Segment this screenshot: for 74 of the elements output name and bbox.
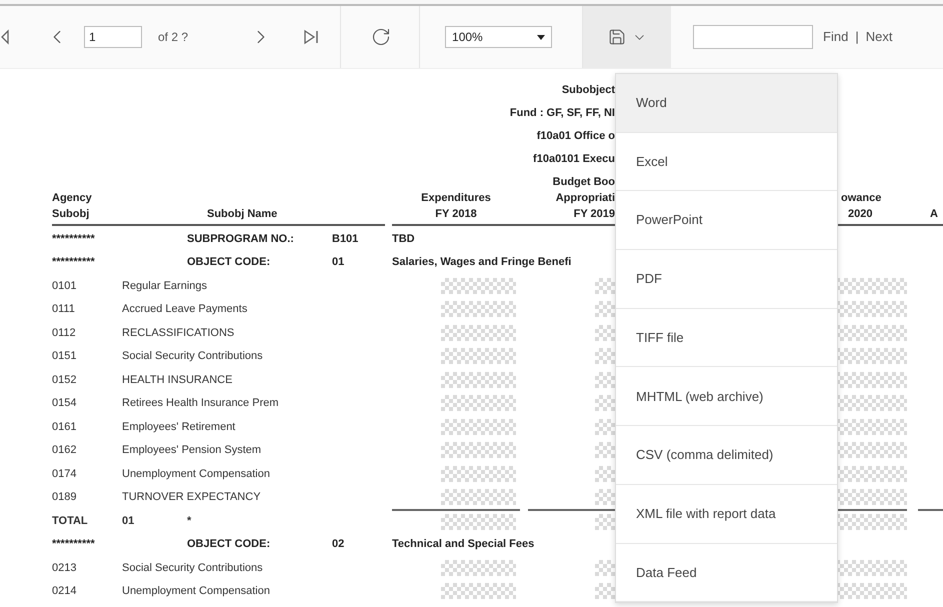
column-header: Appropriati bbox=[556, 191, 615, 206]
row-label: SUBPROGRAM NO.: bbox=[187, 232, 295, 246]
subobj-code: 0111 bbox=[52, 302, 76, 317]
subobj-name: Employees' Retirement bbox=[122, 420, 236, 434]
export-menu-item[interactable]: Excel bbox=[616, 132, 837, 192]
total-mark: * bbox=[187, 514, 192, 528]
subobj-name: Retirees Health Insurance Prem bbox=[122, 396, 280, 411]
subobj-code: 0162 bbox=[52, 443, 78, 458]
last-page-icon[interactable] bbox=[302, 28, 320, 46]
column-header: 2020 bbox=[848, 207, 872, 222]
column-header: Subobj Name bbox=[207, 207, 278, 222]
row-label: OBJECT CODE: bbox=[187, 537, 272, 552]
subobj-code: 0101 bbox=[52, 278, 78, 294]
export-menu-item[interactable]: CSV (comma delimited) bbox=[616, 426, 837, 485]
report-title-line: Fund : GF, SF, FF, NI bbox=[510, 106, 615, 121]
row-description: Technical and Special Fees bbox=[392, 537, 534, 552]
report-title-line: f10a01 Office o bbox=[536, 129, 615, 144]
next-link[interactable]: Next bbox=[866, 27, 892, 47]
column-header: A bbox=[930, 207, 938, 222]
subobj-code: 0189 bbox=[52, 490, 78, 505]
subobj-name: TURNOVER EXPECTANCY bbox=[122, 490, 262, 505]
subobj-name: Unemployment Compensation bbox=[122, 466, 271, 482]
report-title-line: Subobject bbox=[562, 83, 615, 98]
zoom-dropdown[interactable]: 100% bbox=[445, 26, 552, 48]
subobj-name: Accrued Leave Payments bbox=[122, 302, 248, 317]
row-code: 01 bbox=[122, 514, 136, 528]
subobj-code: 0151 bbox=[52, 349, 78, 364]
export-menu-item[interactable]: Word bbox=[616, 74, 837, 133]
row-label: OBJECT CODE: bbox=[187, 255, 272, 270]
subobj-name: Regular Earnings bbox=[122, 278, 208, 294]
export-menu-item[interactable]: PDF bbox=[616, 250, 837, 309]
subobj-code: 0161 bbox=[52, 420, 78, 434]
column-header: Agency bbox=[52, 191, 93, 206]
save-icon bbox=[608, 28, 626, 46]
export-menu-item[interactable]: MHTML (web archive) bbox=[616, 367, 837, 426]
page-count: of 2 ? bbox=[158, 29, 188, 46]
stars-marker: ********** bbox=[52, 232, 96, 246]
column-header: FY 2019 bbox=[574, 207, 615, 222]
subobj-name: Employees' Pension System bbox=[122, 443, 262, 458]
find-field[interactable] bbox=[693, 25, 814, 49]
refresh-icon[interactable] bbox=[371, 27, 392, 47]
total-label: TOTAL bbox=[52, 514, 89, 528]
subobj-name: HEALTH INSURANCE bbox=[122, 372, 234, 388]
column-header: owance bbox=[841, 191, 882, 206]
export-menu-item[interactable]: PowerPoint bbox=[616, 191, 837, 250]
column-header: Subobj bbox=[52, 207, 90, 222]
first-page-icon[interactable] bbox=[0, 29, 10, 45]
report-title-line: f10a0101 Execu bbox=[533, 152, 615, 167]
subobj-name: Unemployment Compensation bbox=[122, 584, 271, 599]
subobj-code: 0154 bbox=[52, 396, 78, 411]
row-description: TBD bbox=[392, 232, 415, 246]
column-header: FY 2018 bbox=[435, 207, 477, 222]
subobj-code: 0214 bbox=[52, 584, 78, 599]
column-header: Expenditures bbox=[421, 191, 491, 206]
export-menu-item[interactable]: XML file with report data bbox=[616, 484, 837, 544]
report-title-line: Budget Boo bbox=[552, 175, 615, 190]
export-menu-item[interactable]: TIFF file bbox=[616, 308, 837, 368]
find-link[interactable]: Find bbox=[823, 27, 848, 47]
page-number-field[interactable]: 1 bbox=[84, 26, 142, 48]
row-description: Salaries, Wages and Fringe Benefi bbox=[392, 255, 572, 270]
subobj-name: Social Security Contributions bbox=[122, 560, 264, 576]
subobj-code: 0112 bbox=[52, 326, 77, 340]
row-code: 02 bbox=[332, 537, 346, 552]
export-menu-item[interactable]: Data Feed bbox=[616, 544, 837, 602]
subobj-code: 0174 bbox=[52, 466, 78, 482]
subobj-name: Social Security Contributions bbox=[122, 349, 264, 364]
row-code: 01 bbox=[332, 255, 346, 270]
stars-marker: ********** bbox=[52, 255, 96, 270]
stars-marker: ********** bbox=[52, 537, 96, 552]
link-separator: | bbox=[855, 28, 859, 46]
subobj-name: RECLASSIFICATIONS bbox=[122, 326, 236, 340]
subobj-code: 0213 bbox=[52, 560, 78, 576]
subobj-code: 0152 bbox=[52, 372, 78, 388]
row-code: B101 bbox=[332, 232, 360, 246]
